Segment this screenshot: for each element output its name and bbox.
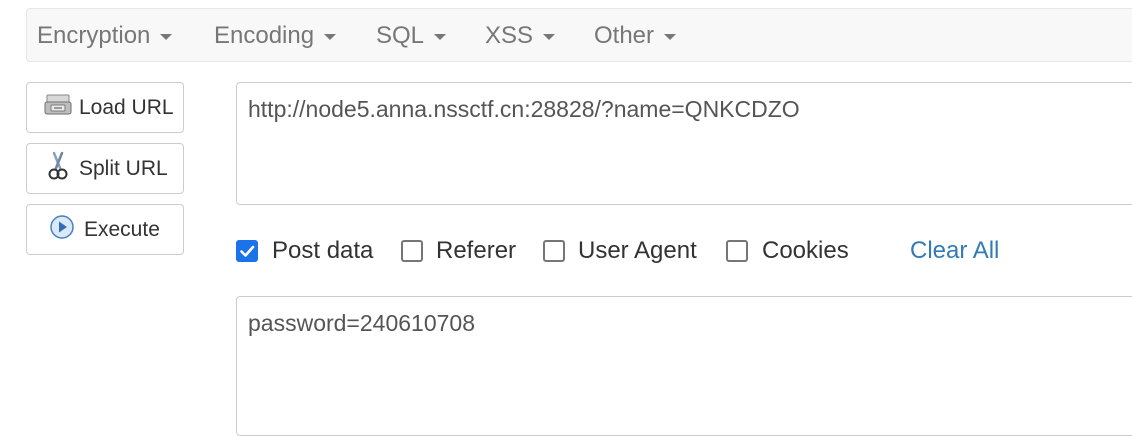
menu-xss-label: XSS (485, 22, 534, 49)
menu-encryption-label: Encryption (37, 22, 151, 49)
post-data-textarea[interactable]: password=240610708 (236, 296, 1132, 436)
split-url-label: Split URL (79, 156, 168, 180)
post-data-checkbox[interactable] (236, 240, 258, 262)
url-value: http://node5.anna.nssctf.cn:28828/?name=… (248, 96, 800, 122)
user-agent-label[interactable]: User Agent (578, 232, 697, 270)
split-url-button[interactable]: Split URL (26, 143, 184, 194)
clear-all-link[interactable]: Clear All (910, 232, 999, 270)
scissors-icon (47, 151, 69, 187)
execute-button[interactable]: Execute (26, 204, 184, 255)
user-agent-checkbox[interactable] (543, 240, 565, 262)
load-url-label: Load URL (79, 95, 174, 119)
menu-sql-label: SQL (376, 22, 425, 49)
menu-bar: Encryption Encoding SQL XSS Other (26, 8, 1132, 62)
menu-xss[interactable]: XSS (485, 9, 556, 63)
execute-label: Execute (84, 217, 160, 241)
referer-checkbox[interactable] (401, 240, 423, 262)
cookies-label[interactable]: Cookies (762, 232, 849, 270)
load-url-button[interactable]: Load URL (26, 82, 184, 133)
url-textarea[interactable]: http://node5.anna.nssctf.cn:28828/?name=… (236, 82, 1132, 205)
caret-down-icon (324, 33, 337, 40)
menu-sql[interactable]: SQL (376, 9, 447, 63)
caret-down-icon (664, 33, 677, 40)
menu-encryption[interactable]: Encryption (37, 9, 173, 63)
load-url-icon (44, 93, 72, 123)
menu-encoding-label: Encoding (214, 22, 315, 49)
cookies-checkbox[interactable] (726, 240, 748, 262)
menu-other-label: Other (594, 22, 655, 49)
post-data-label[interactable]: Post data (272, 232, 373, 270)
caret-down-icon (160, 33, 173, 40)
caret-down-icon (543, 33, 556, 40)
referer-label[interactable]: Referer (436, 232, 516, 270)
checkmark-icon (240, 245, 255, 257)
post-data-value: password=240610708 (248, 310, 475, 336)
menu-encoding[interactable]: Encoding (214, 9, 337, 63)
caret-down-icon (434, 33, 447, 40)
play-icon (49, 214, 75, 246)
menu-other[interactable]: Other (594, 9, 677, 63)
